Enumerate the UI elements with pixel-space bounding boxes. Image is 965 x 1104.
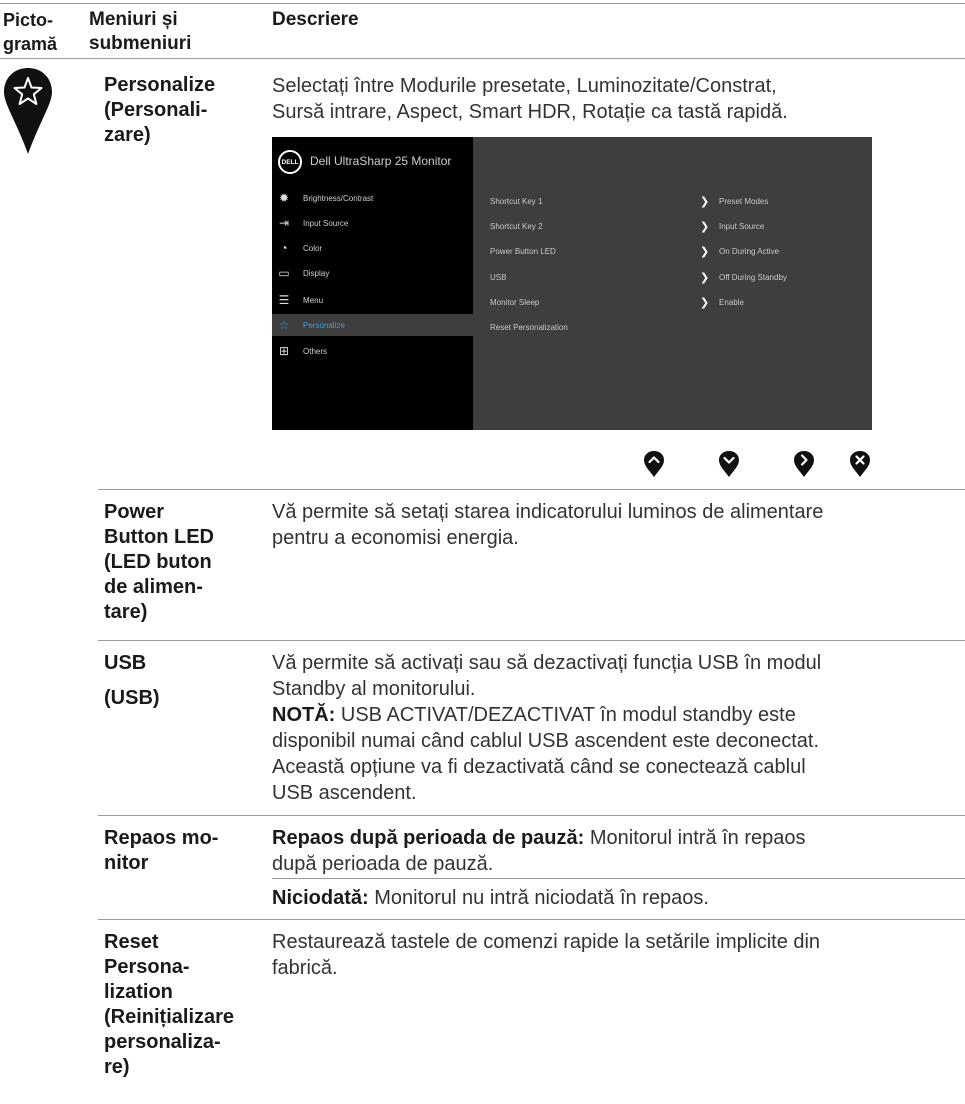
header-pictograma: Picto- gramă	[3, 10, 58, 54]
row-usb-desc: Vă permite să activați sau să dezactivaț…	[272, 652, 822, 804]
row-divider	[98, 815, 965, 816]
chevron-right-icon: ❯	[700, 196, 710, 208]
osd-option-power-button-led[interactable]: Power Button LED ❯ On During Active	[473, 242, 872, 262]
row-usb-name: USB (USB)	[104, 652, 160, 709]
down-icon	[719, 451, 739, 477]
top-rule	[0, 3, 965, 4]
brightness-icon: ✹	[278, 191, 290, 205]
sub-divider	[272, 878, 965, 879]
osd-menu-item-personalize[interactable]: ☆ Personalize	[272, 314, 473, 336]
osd-menu-item-color[interactable]: ◔ Color	[272, 237, 473, 259]
chevron-right-icon: ❯	[700, 297, 710, 309]
row-divider	[98, 489, 965, 490]
header-descriere: Descriere	[272, 9, 359, 30]
row-personalize-desc: Selectați între Modurile presetate, Lumi…	[272, 75, 788, 123]
personalize-star-icon	[4, 68, 52, 154]
osd-options-panel: Shortcut Key 1 ❯ Preset Modes Shortcut K…	[473, 137, 872, 430]
dell-logo: DELL	[278, 150, 302, 174]
right-icon	[794, 451, 814, 477]
osd-menu-item-input-source[interactable]: ⇥ Input Source	[272, 212, 473, 234]
row-divider	[98, 919, 965, 920]
osd-menu-panel: DELL Dell UltraSharp 25 Monitor ✹ Bright…	[272, 137, 473, 430]
note-label: NOTĂ:	[272, 704, 336, 726]
osd-option-shortcut-key-2[interactable]: Shortcut Key 2 ❯ Input Source	[473, 217, 872, 237]
close-icon	[850, 451, 870, 477]
osd-menu-item-display[interactable]: ▭ Display	[272, 262, 473, 284]
row-reset-name: Reset Persona- lization (Reinițializare …	[104, 931, 235, 1078]
input-source-icon: ⇥	[278, 216, 290, 230]
osd-menu-item-others[interactable]: ⊞ Others	[272, 340, 473, 362]
chevron-right-icon: ❯	[700, 246, 710, 258]
row-reset-desc: Restaurează tastele de comenzi rapide la…	[272, 931, 821, 979]
osd-option-shortcut-key-1[interactable]: Shortcut Key 1 ❯ Preset Modes	[473, 192, 872, 212]
osd-menu-item-brightness[interactable]: ✹ Brightness/Contrast	[272, 187, 473, 209]
osd-option-usb[interactable]: USB ❯ Off During Standby	[473, 268, 872, 288]
osd-menu-item-menu[interactable]: ☰ Menu	[272, 289, 473, 311]
chevron-right-icon: ❯	[700, 221, 710, 233]
up-icon	[644, 451, 664, 477]
star-icon: ☆	[278, 318, 290, 332]
row-power-led-name: Power Button LED (LED buton de alimen- t…	[104, 501, 214, 623]
header-rule	[0, 58, 965, 59]
row-sleep-never: Niciodată: Monitorul nu intră niciodată …	[272, 887, 709, 909]
color-icon: ◔	[280, 241, 288, 255]
display-icon: ▭	[278, 266, 290, 280]
row-sleep-desc: Repaos după perioada de pauză: Monitorul…	[272, 827, 806, 875]
osd-title: Dell UltraSharp 25 Monitor	[310, 154, 452, 168]
osd-option-reset-personalization[interactable]: Reset Personalization	[473, 318, 872, 338]
row-power-led-desc: Vă permite să setați starea indicatorulu…	[272, 501, 824, 549]
others-icon: ⊞	[278, 344, 290, 358]
menu-icon: ☰	[278, 293, 290, 307]
osd-option-monitor-sleep[interactable]: Monitor Sleep ❯ Enable	[473, 293, 872, 313]
row-personalize-name: Personalize (Personali- zare)	[104, 74, 216, 146]
header-meniuri: Meniuri și submeniuri	[89, 9, 192, 54]
osd-personalize-screenshot: DELL Dell UltraSharp 25 Monitor ✹ Bright…	[272, 137, 872, 430]
row-sleep-name: Repaos mo- nitor	[104, 827, 219, 874]
row-divider	[98, 640, 965, 641]
chevron-right-icon: ❯	[700, 272, 710, 284]
